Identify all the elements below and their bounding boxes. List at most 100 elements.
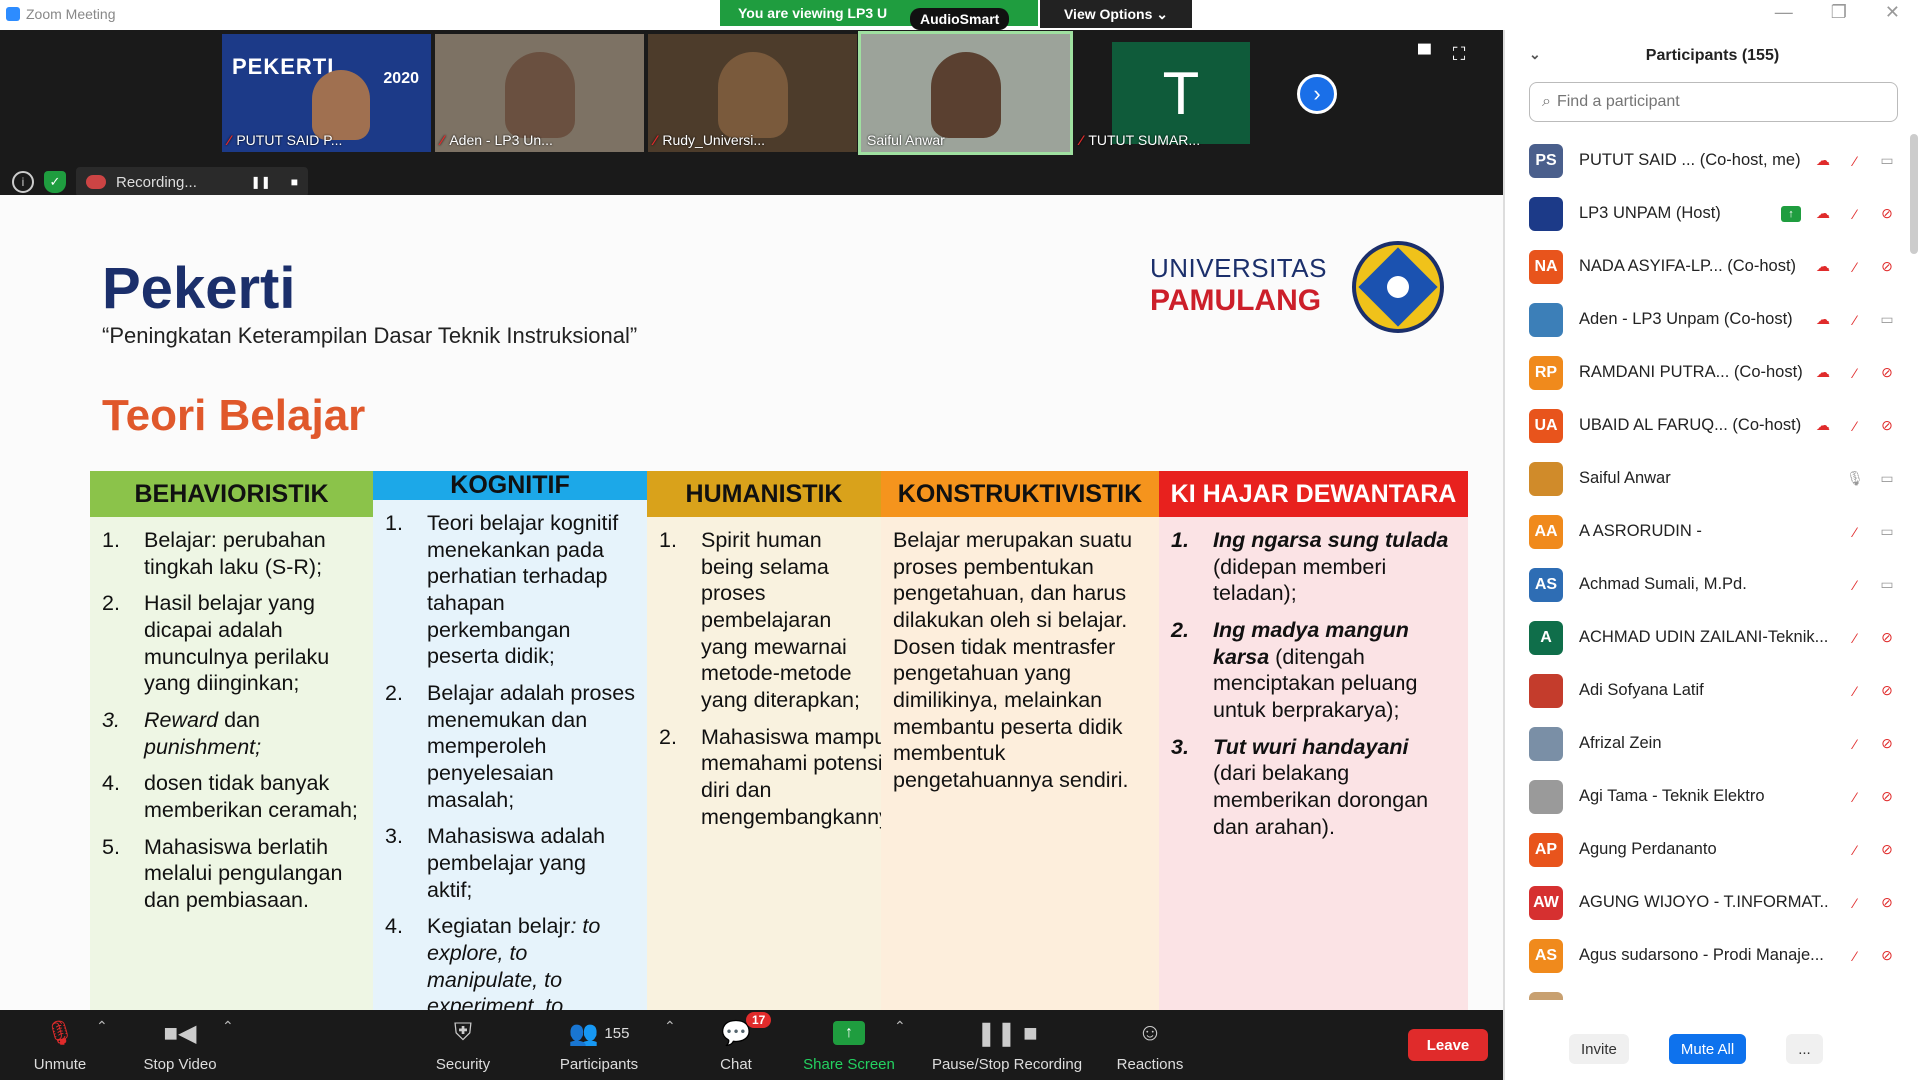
- participant-row[interactable]: Aden - LP3 Unpam (Co-host) ☁ ⁄ ▭: [1505, 293, 1905, 346]
- participants-button[interactable]: 👥 155 Participants: [554, 1016, 644, 1074]
- participants-caret-icon[interactable]: ⌃: [664, 1018, 676, 1035]
- column-humanistik: HUMANISTIK 1. Spirit human being selama p…: [647, 471, 908, 1010]
- item-number: 1.: [385, 511, 403, 535]
- list-item: 4. Kegiatan belajr: to explore, to manipu…: [385, 913, 635, 1010]
- participant-row[interactable]: PS PUTUT SAID ... (Co-host, me) ☁ ⁄ ▭: [1505, 134, 1905, 187]
- participant-list[interactable]: PS PUTUT SAID ... (Co-host, me) ☁ ⁄ ▭ LP3 UNP…: [1505, 134, 1905, 1000]
- item-text: Mahasiswa adalah pembelajar yang aktif;: [427, 824, 606, 902]
- video-thumbnail[interactable]: PEKERTI 2020 ⁄ PUTUT SAID P...: [222, 34, 431, 152]
- avatar: RP: [1529, 355, 1563, 390]
- video-thumbnail[interactable]: T ⁄ TUTUT SUMAR...: [1074, 34, 1283, 152]
- stop-video-button[interactable]: ■◀ Stop Video: [136, 1016, 224, 1074]
- participant-status-icons: ⁄ ▭: [1845, 523, 1897, 540]
- collapse-chevron-icon[interactable]: ⌄: [1529, 46, 1541, 63]
- participants-icon: 👥 155: [568, 1019, 630, 1047]
- list-item: 2. Mahasiswa mampu memahami potensi diri …: [659, 724, 908, 831]
- reactions-button[interactable]: ☺ Reactions: [1114, 1016, 1186, 1073]
- video-off-icon: ⊘: [1881, 894, 1893, 910]
- mic-muted-icon: ⁄: [1853, 576, 1857, 593]
- next-page-arrow-icon[interactable]: ›: [1297, 74, 1337, 114]
- avatar: [1529, 461, 1563, 496]
- list-item: 3. Reward dan punishment;: [102, 707, 361, 760]
- participant-status-icons: ↑ ☁ ⁄ ⊘: [1781, 205, 1897, 222]
- item-text: Tut wuri handayani (dari belakang member…: [1213, 734, 1456, 841]
- share-screen-button[interactable]: ↑ Share Screen: [800, 1016, 898, 1073]
- participant-row[interactable]: Saiful Anwar 🎙 ▭: [1505, 452, 1905, 505]
- video-on-icon: ▭: [1880, 152, 1894, 168]
- list-item: 1. Spirit human being selama proses pembe…: [659, 527, 869, 714]
- list-item: 2. Belajar adalah proses menemukan dan me…: [385, 680, 635, 813]
- recording-label: Recording...: [116, 173, 197, 191]
- column-body: 1. Belajar: perubahan tingkah laku (S-R);…: [90, 517, 373, 1010]
- view-options-button[interactable]: View Options ⌄: [1040, 0, 1192, 28]
- screen-share-icon: ↑: [1781, 205, 1801, 222]
- leave-button[interactable]: Leave: [1408, 1029, 1488, 1061]
- video-thumbnail[interactable]: ⁄ Rudy_Universi...: [648, 34, 857, 152]
- participant-row[interactable]: Afrizal Zein ⁄ ⊘: [1505, 717, 1905, 770]
- mic-muted-icon: ⁄: [1080, 132, 1083, 148]
- pause-recording-icon[interactable]: ❚❚: [251, 175, 271, 189]
- more-options-button[interactable]: ...: [1786, 1034, 1823, 1064]
- share-options-caret-icon[interactable]: ⌃: [894, 1018, 906, 1035]
- item-text-bold-italic: Ing ngarsa sung tulada: [1213, 528, 1449, 552]
- avatar: AS: [1529, 567, 1563, 602]
- participant-row[interactable]: AA A ASRORUDIN - ⁄ ▭: [1505, 505, 1905, 558]
- mic-muted-icon: ⁄: [1853, 629, 1857, 646]
- gallery-view-icon[interactable]: ▀: [1418, 44, 1431, 65]
- slide-section-title: Teori Belajar: [102, 391, 366, 440]
- participant-row[interactable]: AS Achmad Sumali, M.Pd. ⁄ ▭: [1505, 558, 1905, 611]
- video-thumbnail[interactable]: ⁄ Aden - LP3 Un...: [435, 34, 644, 152]
- share-screen-label: Share Screen: [803, 1056, 895, 1073]
- minimize-icon[interactable]: —: [1775, 2, 1793, 23]
- participant-row[interactable]: AP Agung Perdananto ⁄ ⊘: [1505, 823, 1905, 876]
- recording-controls: ❚❚ ■: [251, 175, 298, 189]
- university-name: UNIVERSITAS PAMULANG: [1150, 253, 1327, 318]
- participant-row[interactable]: NA NADA ASYIFA-LP... (Co-host) ☁ ⁄ ⊘: [1505, 240, 1905, 293]
- panel-header: ⌄ Participants (155): [1505, 30, 1920, 82]
- security-button[interactable]: ⛨ Security: [428, 1016, 498, 1073]
- video-off-icon: ⊘: [1881, 417, 1893, 433]
- item-number: 1.: [102, 528, 120, 552]
- item-text-italic: punishment;: [144, 734, 262, 759]
- participant-row[interactable]: Agi Tama - Teknik Elektro ⁄ ⊘: [1505, 770, 1905, 823]
- participant-search-input[interactable]: [1556, 93, 1857, 111]
- avatar: [1529, 779, 1563, 814]
- video-thumbnail-active-speaker[interactable]: Saiful Anwar: [858, 31, 1073, 155]
- encryption-shield-icon[interactable]: ✓: [44, 171, 66, 193]
- avatar: AP: [1529, 832, 1563, 867]
- participant-row[interactable]: RP RAMDANI PUTRA... (Co-host) ☁ ⁄ ⊘: [1505, 346, 1905, 399]
- pause-stop-recording-button[interactable]: ❚❚ ■ Pause/Stop Recording: [922, 1016, 1092, 1074]
- participant-row[interactable]: A ACHMAD UDIN ZAILANI-Teknik... ⁄ ⊘: [1505, 611, 1905, 664]
- participant-name: AGUNG WIJOYO - T.INFORMAT...: [1579, 893, 1829, 911]
- participant-row[interactable]: UA UBAID AL FARUQ... (Co-host) ☁ ⁄ ⊘: [1505, 399, 1905, 452]
- participant-row[interactable]: AGUS SULAIMAN ANHARY⁄⊘: [1505, 982, 1905, 1000]
- info-icon[interactable]: i: [12, 171, 34, 193]
- avatar: PS: [1529, 143, 1563, 178]
- thumbnail-label: ⁄ Aden - LP3 Un...: [441, 132, 553, 148]
- slide-title: Pekerti: [102, 256, 296, 321]
- video-options-caret-icon[interactable]: ⌃: [222, 1018, 234, 1035]
- invite-button[interactable]: Invite: [1569, 1034, 1629, 1064]
- stop-recording-icon[interactable]: ■: [291, 175, 298, 189]
- meeting-toolbar: 🎙 Unmute ⌃ ■◀ Stop Video ⌃ ⛨ Security 👥 …: [0, 1010, 1503, 1080]
- participant-row[interactable]: Adi Sofyana Latif ⁄ ⊘: [1505, 664, 1905, 717]
- chat-button[interactable]: 💬 17 Chat: [710, 1012, 772, 1073]
- avatar: A: [1529, 620, 1563, 655]
- restore-icon[interactable]: ❐: [1831, 2, 1847, 23]
- participant-row[interactable]: LP3 UNPAM (Host) ↑ ☁ ⁄ ⊘: [1505, 187, 1905, 240]
- pause-stop-icon: ❚❚ ■: [976, 1019, 1038, 1047]
- mute-all-button[interactable]: Mute All: [1668, 1034, 1747, 1064]
- item-number: 4.: [102, 771, 120, 796]
- column-kognitif: KOGNITIF 1. Teori belajar kognitif meneka…: [373, 471, 647, 1010]
- participant-list-scrollbar[interactable]: [1910, 134, 1918, 254]
- participant-status-icons: ⁄ ⊘: [1845, 788, 1897, 805]
- participant-name: AGUS SULAIMAN ANHARY: [1579, 999, 1829, 1000]
- unmute-button[interactable]: 🎙 Unmute: [28, 1016, 92, 1074]
- fullscreen-icon[interactable]: ⛶: [1453, 44, 1466, 65]
- audio-options-caret-icon[interactable]: ⌃: [96, 1018, 108, 1035]
- close-icon[interactable]: ✕: [1885, 2, 1900, 23]
- participant-row[interactable]: AW AGUNG WIJOYO - T.INFORMAT... ⁄ ⊘: [1505, 876, 1905, 929]
- avatar: [1529, 302, 1563, 337]
- item-text: Reward dan punishment;: [144, 707, 361, 760]
- participant-row[interactable]: AS Agus sudarsono - Prodi Manaje... ⁄ ⊘: [1505, 929, 1905, 982]
